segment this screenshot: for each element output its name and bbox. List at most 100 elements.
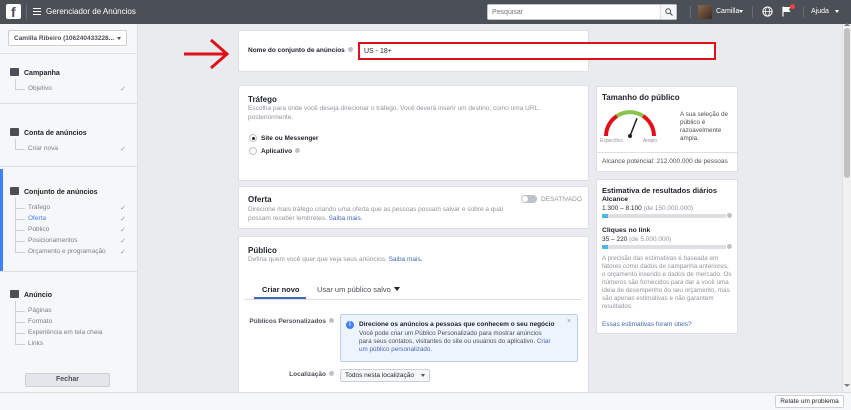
check-icon: ✓ — [120, 249, 126, 256]
info-icon[interactable] — [329, 318, 334, 323]
tree-line — [15, 230, 25, 231]
tabs-divider — [244, 299, 581, 300]
menu-icon[interactable] — [33, 8, 41, 15]
sidebar-section-ad[interactable]: Anúncio — [10, 290, 52, 299]
offer-description: Direcione mais tráfego criando uma ofert… — [248, 205, 518, 223]
app-title[interactable]: Gerenciador de Anúncios — [46, 7, 136, 16]
search-icon — [665, 8, 673, 16]
audience-learn-more-link[interactable]: Saiba mais. — [389, 256, 423, 263]
reach-bar — [602, 214, 726, 218]
scroll-down-icon[interactable] — [844, 384, 850, 387]
gauge-pivot — [628, 134, 632, 138]
check-icon: ✓ — [120, 205, 126, 212]
adset-name-input[interactable] — [358, 42, 716, 60]
sidebar-item-format[interactable]: Formato — [28, 318, 52, 325]
scroll-up-icon[interactable] — [844, 23, 850, 26]
sidebar-item-traffic[interactable]: Tráfego — [28, 204, 50, 211]
sidebar-item-links[interactable]: Links — [28, 340, 43, 347]
search-button[interactable] — [660, 5, 676, 19]
info-icon[interactable] — [727, 244, 732, 249]
sidebar-section-campaign[interactable]: Campanha — [10, 68, 60, 77]
facebook-logo-icon[interactable]: f — [6, 4, 21, 20]
divider — [690, 6, 691, 18]
sidebar: Camilla Ribeiro (106240433228... Campanh… — [0, 24, 138, 410]
ad-account-icon — [10, 128, 19, 136]
sidebar-item-objective[interactable]: Objetivo — [28, 85, 52, 92]
active-tab-indicator — [254, 297, 306, 299]
active-section-indicator — [0, 169, 3, 271]
divider — [0, 53, 137, 54]
sidebar-item-fullscreen[interactable]: Experiência em tela cheia — [28, 329, 102, 336]
sidebar-item-placements[interactable]: Posicionamentos — [28, 237, 78, 244]
value-text: 35 – 220 — [602, 236, 628, 243]
desc-line: Direcione mais tráfego criando uma ofert… — [248, 206, 504, 213]
offer-learn-more-link[interactable]: Saiba mais. — [329, 215, 363, 222]
traffic-title: Tráfego — [248, 95, 277, 104]
tree-line — [15, 252, 25, 253]
audience-title: Público — [248, 246, 277, 255]
value-text: 1.300 – 8.100 — [602, 205, 642, 212]
reach-title: Alcance — [602, 196, 629, 203]
divider — [0, 166, 137, 167]
user-name[interactable]: Camilla — [716, 8, 739, 15]
search-input[interactable] — [488, 5, 658, 19]
sidebar-item-audience[interactable]: Público — [28, 226, 49, 233]
estimates-helpful-link[interactable]: Essas estimativas foram úteis? — [602, 321, 692, 328]
close-button[interactable]: Fechar — [25, 373, 110, 387]
info-icon[interactable] — [295, 148, 301, 153]
chevron-down-icon[interactable] — [739, 10, 743, 13]
traffic-card — [238, 85, 589, 181]
location-dropdown[interactable]: Todos nesta localização — [340, 369, 430, 382]
info-icon: i — [346, 321, 354, 329]
ad-account-select[interactable]: Camilla Ribeiro (106240433228... — [8, 30, 127, 46]
avatar[interactable] — [698, 5, 712, 19]
tree-line — [15, 198, 16, 252]
close-icon[interactable]: × — [567, 318, 571, 325]
help-menu[interactable]: Ajuda — [811, 8, 829, 15]
tree-line — [15, 139, 16, 149]
radio-label-website-messenger[interactable]: Site ou Messenger — [261, 135, 318, 142]
check-icon: ✓ — [120, 146, 126, 153]
arrow-annotation — [184, 38, 230, 70]
info-box-body: Você pode criar um Público Personalizado… — [359, 330, 555, 354]
location-label: Localização — [240, 371, 334, 378]
sidebar-item-budget-schedule[interactable]: Orçamento e programação — [28, 248, 106, 255]
gauge-low-label: Específico — [600, 138, 624, 144]
link-clicks-bar-fill — [602, 245, 609, 249]
section-title: Conjunto de anúncios — [24, 189, 98, 196]
tab-saved-audience[interactable]: Usar um público salvo — [317, 285, 400, 294]
sidebar-item-pages[interactable]: Páginas — [28, 307, 52, 314]
radio-website-messenger[interactable] — [249, 134, 257, 142]
radio-app[interactable] — [249, 147, 257, 155]
offer-toggle-label: DESATIVADO — [541, 196, 582, 203]
info-icon[interactable] — [727, 213, 732, 218]
scrollbar[interactable] — [842, 23, 851, 392]
gauge-high-label: Amplo — [643, 138, 658, 144]
chevron-down-icon[interactable] — [835, 10, 839, 13]
traffic-description: Escolha para onde você deseja direcionar… — [248, 105, 540, 121]
radio-label-app[interactable]: Aplicativo — [261, 148, 301, 155]
tree-line — [15, 89, 25, 90]
report-problem-button[interactable]: Relate um problema — [775, 395, 844, 408]
chevron-down-icon[interactable] — [117, 37, 121, 40]
info-icon[interactable] — [329, 371, 334, 376]
sidebar-section-ad-account[interactable]: Conta de anúncios — [10, 128, 87, 137]
bottom-bar — [0, 392, 851, 410]
reach-value: 1.300 – 8.100 (de 150.000.000) — [602, 205, 693, 212]
offer-toggle[interactable] — [521, 195, 537, 203]
divider — [0, 271, 137, 272]
top-bar: f Gerenciador de Anúncios Camilla Ajuda — [0, 0, 851, 24]
sidebar-item-offer[interactable]: Oferta — [28, 215, 46, 222]
audience-summary: A sua seleção de público é razoavelmente… — [680, 111, 728, 142]
sidebar-item-create-new[interactable]: Criar nova — [28, 145, 58, 152]
section-title: Campanha — [24, 70, 60, 77]
section-title: Conta de anúncios — [24, 130, 87, 137]
sidebar-section-ad-set[interactable]: Conjunto de anúncios — [10, 187, 98, 196]
ad-icon — [10, 290, 19, 298]
tab-create-new[interactable]: Criar novo — [262, 285, 300, 294]
tree-line — [15, 208, 25, 209]
scroll-thumb[interactable] — [844, 28, 850, 178]
globe-icon[interactable] — [762, 6, 773, 17]
chevron-down-icon — [393, 287, 400, 291]
info-icon[interactable] — [347, 47, 353, 52]
